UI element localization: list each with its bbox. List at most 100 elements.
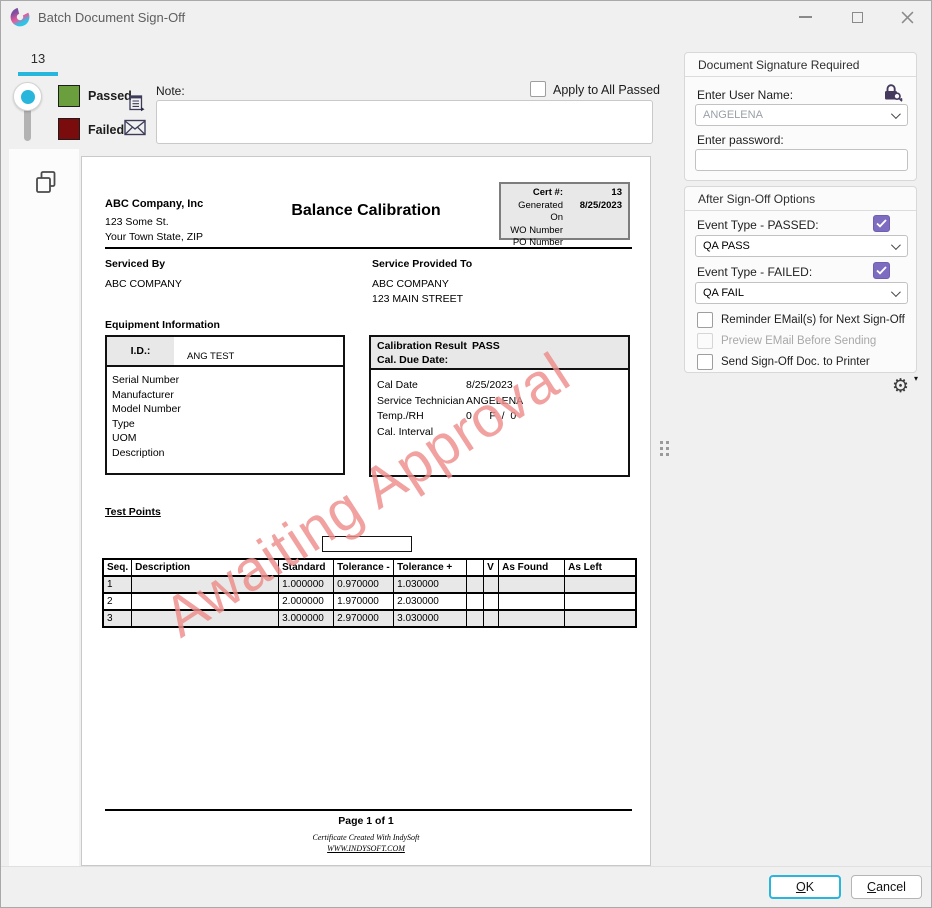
equipment-id-value: ANG TEST [187,351,234,362]
equipment-field: Type [112,417,181,432]
options-panel-title: After Sign-Off Options [685,187,916,211]
cell [565,576,636,593]
apply-to-all-passed-checkbox[interactable] [530,81,546,97]
reminder-email-checkbox[interactable] [697,312,713,328]
cell: 3.030000 [394,610,467,627]
cell: 1.000000 [279,576,334,593]
email-icon[interactable] [124,119,146,136]
password-input[interactable] [695,149,908,171]
username-combobox[interactable]: ANGELENA [695,104,908,126]
copy-pages-icon[interactable] [33,169,59,196]
calibration-result-value: PASS [472,339,500,353]
col-header: Seq. [103,559,132,576]
batch-sign-off-window: Batch Document Sign-Off 13 Passed Failed… [0,0,932,908]
cal-row-value: 8/25/2023 [466,378,513,394]
created-with-text: Certificate Created With IndySoft [82,833,650,842]
apply-to-all-passed-label: Apply to All Passed [553,83,660,97]
cell [565,593,636,610]
chevron-down-icon[interactable] [891,287,901,297]
cell [499,593,565,610]
ok-button-label: OK [796,880,814,894]
signature-panel-title: Document Signature Required [685,53,916,77]
cell: 1.970000 [334,593,394,610]
cell: 2.000000 [279,593,334,610]
pin-toggle[interactable] [13,82,42,111]
header-divider [105,247,632,249]
preview-email-label: Preview EMail Before Sending [721,335,876,347]
note-label: Note: [156,84,185,98]
service-provided-to-label: Service Provided To [372,258,472,270]
window-title: Batch Document Sign-Off [38,10,185,25]
cert-value: 13 [571,187,622,200]
note-input[interactable] [156,100,653,144]
col-header: Description [132,559,279,576]
table-row: 1 1.000000 0.970000 1.030000 [103,576,636,593]
cancel-button[interactable]: Cancel [851,875,922,899]
send-to-printer-checkbox[interactable] [697,354,713,370]
event-type-passed-checkbox[interactable] [873,215,890,232]
app-logo-icon [10,7,30,27]
cell: 1 [103,576,132,593]
close-icon [901,11,914,24]
cal-row-label: Service Technician [377,395,464,407]
event-type-passed-select[interactable]: QA PASS [695,235,908,257]
check-icon [876,266,887,275]
equipment-field: Description [112,446,181,461]
close-button[interactable] [892,6,922,28]
col-header: Tolerance - [334,559,394,576]
col-header: Tolerance + [394,559,467,576]
equipment-box: I.D.: ANG TEST Serial Number Manufacture… [105,335,345,475]
title-bar: Batch Document Sign-Off [1,1,931,33]
test-points-label: Test Points [105,506,161,518]
cal-due-date-label: Cal. Due Date: [377,353,622,367]
equipment-field: Manufacturer [112,388,181,403]
settings-gear-button[interactable]: ⚙ ▾ [892,376,918,400]
event-type-failed-select[interactable]: QA FAIL [695,282,908,304]
event-type-failed-checkbox[interactable] [873,262,890,279]
maximize-button[interactable] [842,6,872,28]
send-to-printer-label: Send Sign-Off Doc. to Printer [721,356,870,368]
equipment-info-label: Equipment Information [105,319,220,331]
cell [132,593,279,610]
lock-key-icon [882,83,904,103]
cell: 2.030000 [394,593,467,610]
signature-panel: Document Signature Required Enter User N… [684,52,917,181]
equipment-field: Model Number [112,402,181,417]
chevron-down-icon[interactable] [891,109,901,119]
cancel-button-label: Cancel [867,880,906,894]
cert-number-box: Cert #:13 Generated On8/25/2023 WO Numbe… [499,182,630,240]
serviced-by-value: ABC COMPANY [105,278,182,290]
cell [484,593,499,610]
cell [484,576,499,593]
test-points-uom-box [322,536,412,552]
wo-number-value [571,225,622,238]
col-header [467,559,484,576]
cell [467,593,484,610]
chevron-down-icon[interactable] [891,240,901,250]
cell [565,610,636,627]
tab-active-indicator [18,72,58,76]
cell: 3.000000 [279,610,334,627]
minimize-button[interactable] [790,6,820,28]
cell [499,610,565,627]
note-report-icon[interactable] [127,94,146,113]
col-header: Standard [279,559,334,576]
cell [132,610,279,627]
ok-button[interactable]: OK [769,875,841,899]
document-tab-13[interactable]: 13 [18,51,58,66]
cal-row-value: ANGELENA [466,394,523,410]
splitter-handle[interactable] [660,441,669,456]
generated-on-value: 8/25/2023 [571,200,622,225]
preview-email-checkbox [697,333,713,349]
cert-label: Cert #: [507,187,571,200]
failed-color-swatch [58,118,80,140]
password-label: Enter password: [697,133,784,147]
calibration-result-label: Calibration Result [377,340,467,352]
col-header: As Left [565,559,636,576]
cell [484,610,499,627]
cell: 0.970000 [334,576,394,593]
footer-url: WWW.INDYSOFT.COM [82,844,650,853]
event-type-passed-value: QA PASS [703,240,750,252]
page-number: Page 1 of 1 [82,815,650,827]
equipment-field: Serial Number [112,373,181,388]
